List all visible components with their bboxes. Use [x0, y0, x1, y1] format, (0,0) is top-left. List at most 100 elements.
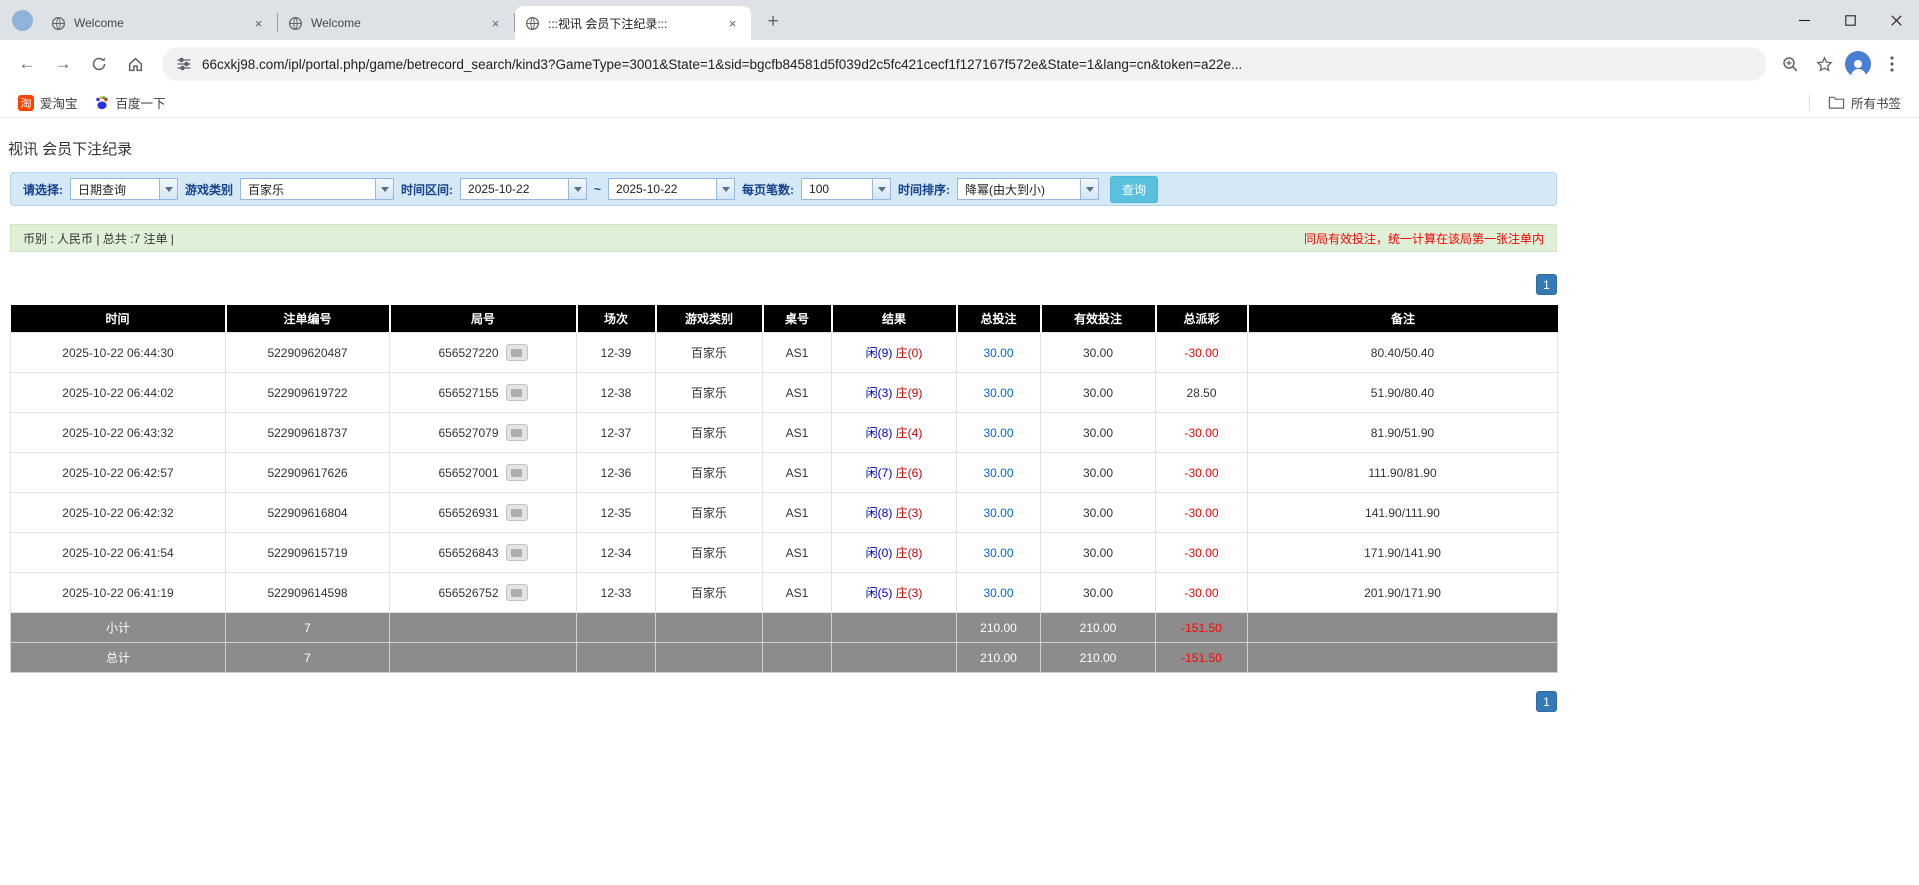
- summary-total-bet: 210.00: [956, 612, 1041, 643]
- query-mode-select[interactable]: 日期查询: [70, 178, 178, 200]
- all-bookmarks-button[interactable]: 所有书签: [1820, 90, 1909, 115]
- cell-result: 闲(7) 庄(6): [831, 452, 957, 493]
- chevron-down-icon[interactable]: [568, 179, 587, 199]
- column-header: 时间: [10, 305, 227, 333]
- total-bet-link[interactable]: 30.00: [983, 346, 1013, 360]
- new-tab-button[interactable]: +: [759, 8, 787, 36]
- replay-icon[interactable]: [505, 464, 528, 481]
- profile-avatar[interactable]: [1845, 51, 1871, 77]
- summary-bar: 币别 : 人民币 | 总共 :7 注单 | 同局有效投注，统一计算在该局第一张注…: [10, 224, 1557, 252]
- date-from-select[interactable]: 2025-10-22: [460, 178, 588, 200]
- payout-rule-note: 同局有效投注，统一计算在该局第一张注单内: [1303, 231, 1544, 246]
- payout-value: -30.00: [1184, 505, 1219, 520]
- menu-kebab-icon[interactable]: [1879, 51, 1905, 77]
- replay-icon[interactable]: [505, 424, 528, 441]
- globe-favicon: [288, 16, 303, 31]
- cell-session: 12-36: [576, 452, 656, 493]
- tab-close-icon[interactable]: ×: [724, 15, 741, 32]
- total-bet-link[interactable]: 30.00: [983, 466, 1013, 480]
- summary-valid-bet: 210.00: [1040, 612, 1156, 643]
- tab-bet-records-active[interactable]: :::视讯 会员下注纪录::: ×: [515, 6, 751, 40]
- cell-session: 12-35: [576, 492, 656, 533]
- page-number-button[interactable]: 1: [1536, 274, 1557, 295]
- result-banker: 庄(6): [895, 466, 923, 480]
- cell-note: 201.90/171.90: [1247, 572, 1558, 613]
- bookmark-aitaobao[interactable]: 淘 爱淘宝: [10, 90, 86, 115]
- close-window-button[interactable]: [1873, 0, 1919, 40]
- tab-title: :::视讯 会员下注纪录:::: [548, 16, 668, 31]
- zoom-icon[interactable]: [1777, 51, 1803, 77]
- browser-toolbar: ← → 66cxkj98.com/ipl/portal.php/game/bet…: [0, 40, 1919, 88]
- sort-order-select[interactable]: 降幂(由大到小): [957, 178, 1100, 200]
- column-header: 有效投注: [1040, 305, 1157, 333]
- maximize-button[interactable]: [1827, 0, 1873, 40]
- payout-value: -30.00: [1184, 545, 1219, 560]
- total-bet-link[interactable]: 30.00: [983, 386, 1013, 400]
- chevron-down-icon[interactable]: [716, 179, 735, 199]
- total-bet-link[interactable]: 30.00: [983, 586, 1013, 600]
- chevron-down-icon[interactable]: [1080, 179, 1099, 199]
- total-bet-link[interactable]: 30.00: [983, 546, 1013, 560]
- bookmark-baidu[interactable]: 百度一下: [86, 90, 174, 115]
- cell-session: 12-38: [576, 372, 656, 413]
- chevron-down-icon[interactable]: [872, 179, 891, 199]
- replay-icon[interactable]: [505, 584, 528, 601]
- replay-glyph: [511, 388, 523, 397]
- cell-time: 2025-10-22 06:41:54: [10, 532, 226, 573]
- date-to-select[interactable]: 2025-10-22: [608, 178, 736, 200]
- chevron-down-icon[interactable]: [159, 179, 177, 199]
- cell-result: 闲(0) 庄(8): [831, 532, 957, 573]
- cell-bet-id: 522909614598: [225, 572, 390, 613]
- payout-value: 28.50: [1186, 385, 1217, 400]
- replay-icon[interactable]: [505, 504, 528, 521]
- cell-session: 12-33: [576, 572, 656, 613]
- cell-table-no: AS1: [762, 492, 832, 533]
- cell-table-no: AS1: [762, 332, 832, 373]
- cell-note: 51.90/80.40: [1247, 372, 1558, 413]
- result-banker: 庄(3): [895, 506, 923, 520]
- tab-close-icon[interactable]: ×: [487, 15, 504, 32]
- game-type-select[interactable]: 百家乐: [240, 178, 395, 200]
- cell-round: 656527001: [389, 452, 577, 493]
- minimize-button[interactable]: [1781, 0, 1827, 40]
- column-header: 注单编号: [225, 305, 391, 333]
- cell-bet-id: 522909619722: [225, 372, 390, 413]
- tab-close-icon[interactable]: ×: [250, 15, 267, 32]
- cell-game-type: 百家乐: [655, 532, 763, 573]
- home-button[interactable]: [118, 47, 152, 81]
- column-header: 结果: [831, 305, 958, 333]
- cell-game-type: 百家乐: [655, 452, 763, 493]
- table-row: 2025-10-22 06:41:54 522909615719 656526843…: [10, 532, 1558, 573]
- taobao-icon: 淘: [18, 94, 34, 111]
- tab-welcome-1[interactable]: Welcome ×: [41, 6, 277, 40]
- cell-game-type: 百家乐: [655, 572, 763, 613]
- total-bet-link[interactable]: 30.00: [983, 426, 1013, 440]
- replay-icon[interactable]: [505, 544, 528, 561]
- forward-button[interactable]: →: [46, 47, 80, 81]
- tab-welcome-2[interactable]: Welcome ×: [278, 6, 514, 40]
- chevron-down-icon[interactable]: [375, 179, 394, 199]
- column-header: 游戏类别: [655, 305, 764, 333]
- replay-icon[interactable]: [505, 344, 528, 361]
- page-size-select[interactable]: 100: [801, 178, 892, 200]
- page-number-button[interactable]: 1: [1536, 691, 1557, 712]
- url-bar[interactable]: 66cxkj98.com/ipl/portal.php/game/betreco…: [162, 47, 1767, 81]
- reload-button[interactable]: [82, 47, 116, 81]
- date-range-label: 时间区间:: [401, 182, 454, 197]
- column-header: 局号: [389, 305, 578, 333]
- sort-order-label: 时间排序:: [898, 182, 951, 197]
- total-bet-link[interactable]: 30.00: [983, 506, 1013, 520]
- result-player: 闲(5): [865, 586, 893, 600]
- search-button[interactable]: 查询: [1110, 175, 1159, 203]
- back-button[interactable]: ←: [10, 47, 44, 81]
- tab-search-icon[interactable]: [12, 9, 33, 31]
- bookmark-star-icon[interactable]: [1811, 51, 1837, 77]
- site-settings-icon[interactable]: [176, 56, 192, 72]
- replay-icon[interactable]: [505, 384, 528, 401]
- payout-value: -30.00: [1184, 345, 1219, 360]
- result-banker: 庄(4): [895, 426, 923, 440]
- toolbar-right: [1777, 51, 1909, 77]
- globe-favicon: [51, 16, 66, 31]
- cell-total-bet: 30.00: [956, 492, 1041, 533]
- result-player: 闲(3): [865, 386, 893, 400]
